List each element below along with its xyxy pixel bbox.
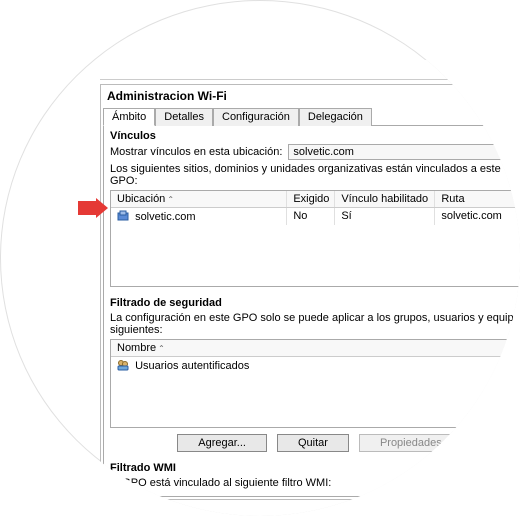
col-ruta[interactable]: Ruta xyxy=(435,191,520,207)
col-nombre[interactable]: Nombre⌃ xyxy=(117,342,165,354)
links-table: Ubicación⌃ Exigido Vínculo habilitado Ru… xyxy=(110,190,520,287)
tab-body: Vínculos Mostrar vínculos en esta ubicac… xyxy=(103,126,520,497)
gpo-details-panel: Administracion Wi-Fi Ámbito Detalles Con… xyxy=(100,84,520,500)
group-icon xyxy=(117,360,135,372)
vinculos-heading: Vínculos xyxy=(110,130,520,142)
tab-detalles[interactable]: Detalles xyxy=(155,108,213,126)
tab-ambito[interactable]: Ámbito xyxy=(103,108,155,126)
table-row[interactable]: solvetic.com No Sí solvetic.com xyxy=(111,208,520,225)
wmi-heading: Filtrado WMI xyxy=(110,462,520,474)
filtrado-description: La configuración en este GPO solo se pue… xyxy=(110,312,520,336)
propiedades-button: Propiedades xyxy=(359,434,463,452)
wmi-description: te GPO está vinculado al siguiente filtr… xyxy=(110,477,520,489)
panel-title: Administracion Wi-Fi xyxy=(103,87,520,105)
domain-icon xyxy=(117,210,129,222)
quitar-button[interactable]: Quitar xyxy=(277,434,349,452)
agregar-button[interactable]: Agregar... xyxy=(177,434,267,452)
col-vinculo[interactable]: Vínculo habilitado xyxy=(335,191,435,207)
arrow-annotation xyxy=(78,198,108,218)
show-links-label: Mostrar vínculos en esta ubicación: xyxy=(110,146,282,158)
filtrado-heading: Filtrado de seguridad xyxy=(110,297,520,309)
row-vinculo: Sí xyxy=(335,208,435,225)
tabs-row: Ámbito Detalles Configuración Delegación xyxy=(103,107,520,126)
row-nombre: Usuarios autentificados xyxy=(135,360,249,372)
vinculos-section: Vínculos Mostrar vínculos en esta ubicac… xyxy=(110,130,520,287)
wmi-section: Filtrado WMI te GPO está vinculado al si… xyxy=(110,462,520,489)
row-exigido: No xyxy=(287,208,335,225)
row-ruta: solvetic.com xyxy=(435,208,520,225)
tab-configuracion[interactable]: Configuración xyxy=(213,108,299,126)
security-filter-list: Nombre⌃ Usuarios autentificados xyxy=(110,339,520,428)
tab-delegacion[interactable]: Delegación xyxy=(299,108,372,126)
filter-buttons: Agregar... Quitar Propiedades xyxy=(110,434,520,452)
vinculos-description: Los siguientes sitios, dominios y unidad… xyxy=(110,163,520,187)
row-ubicacion: solvetic.com xyxy=(135,211,196,223)
filtrado-section: Filtrado de seguridad La configuración e… xyxy=(110,297,520,452)
list-item[interactable]: Usuarios autentificados xyxy=(117,359,520,372)
links-table-header: Ubicación⌃ Exigido Vínculo habilitado Ru… xyxy=(111,191,520,208)
empty-titlebar xyxy=(100,60,520,80)
col-exigido[interactable]: Exigido xyxy=(287,191,335,207)
col-ubicacion[interactable]: Ubicación⌃ xyxy=(111,191,287,207)
location-dropdown[interactable]: solvetic.com xyxy=(288,144,520,160)
